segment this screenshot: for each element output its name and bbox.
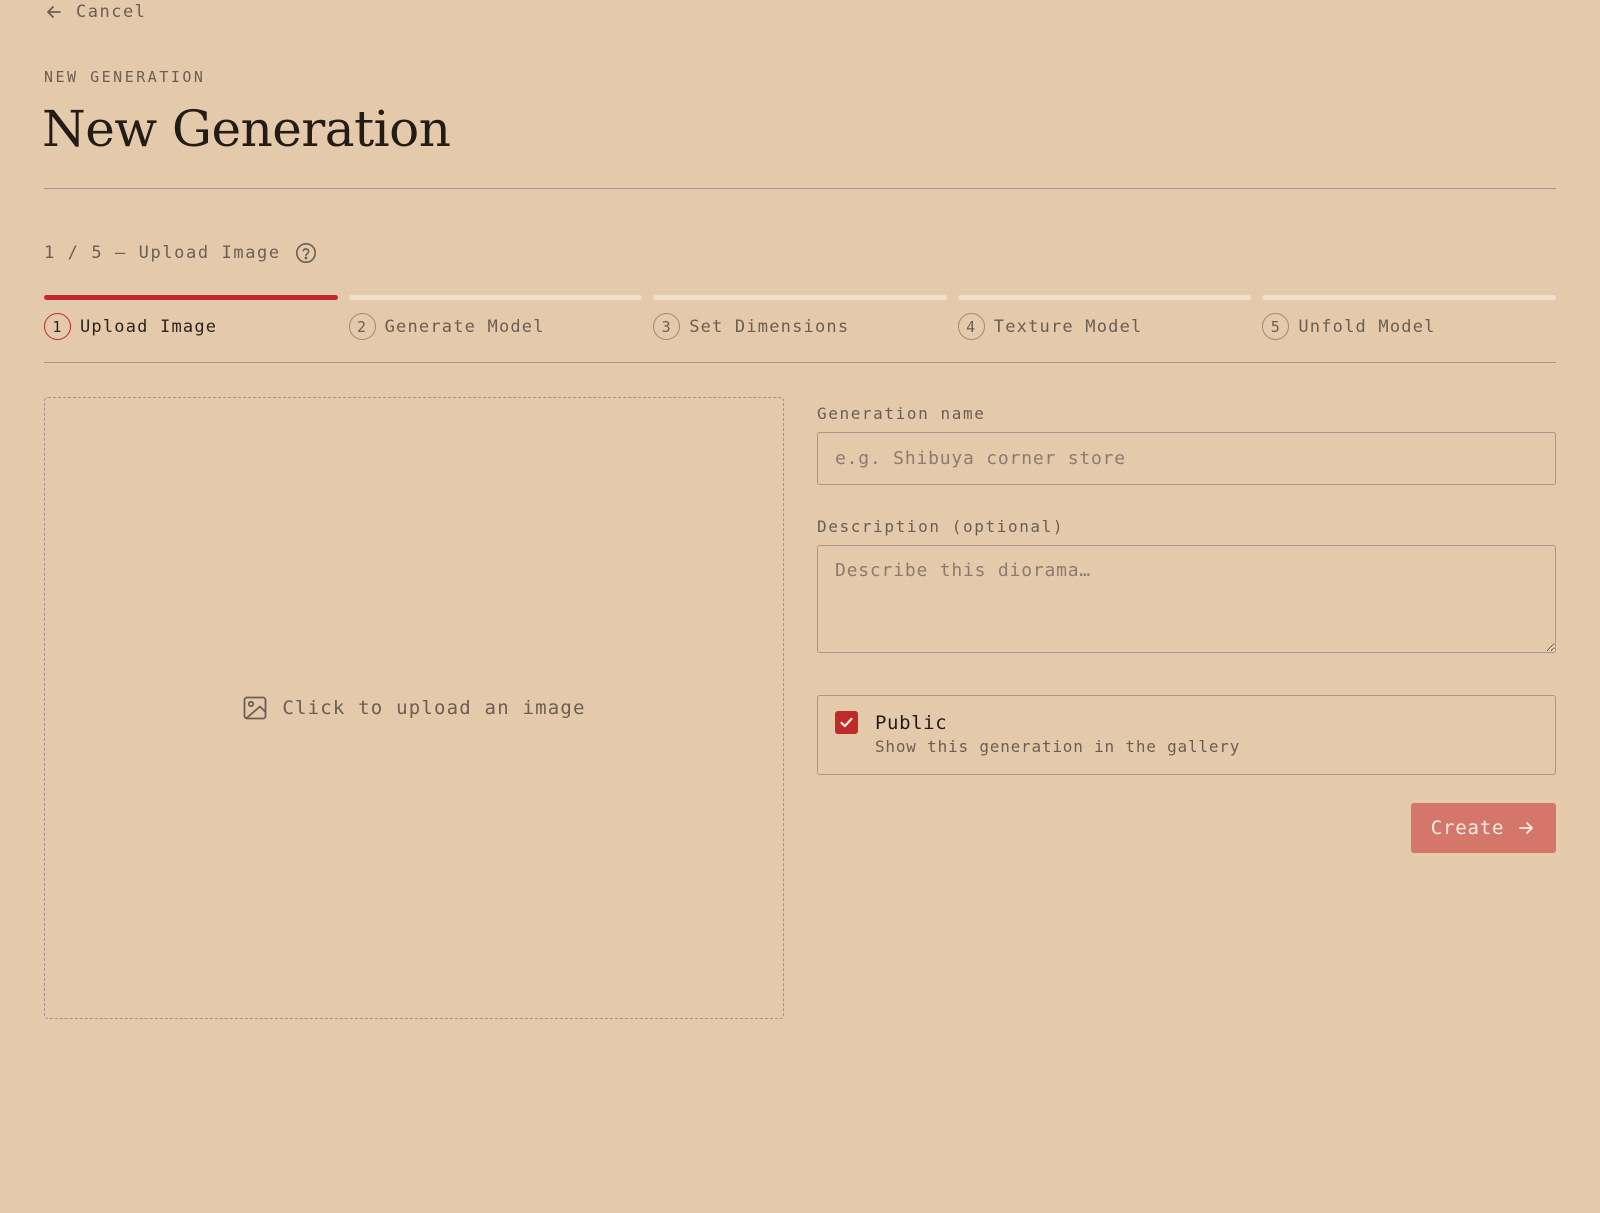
page: Cancel NEW GENERATION New Generation 1 /…	[0, 0, 1600, 1213]
step-texture-model[interactable]: 4 Texture Model	[957, 295, 1252, 340]
step-progress-bar	[348, 295, 643, 300]
upload-prompt: Click to upload an image	[282, 697, 586, 719]
header-divider	[44, 188, 1556, 189]
stepper: 1 Upload Image 2 Generate Model 3 Set Di…	[44, 295, 1556, 340]
step-label: Upload Image	[80, 316, 218, 337]
public-option[interactable]: Public Show this generation in the galle…	[817, 695, 1556, 775]
step-number: 5	[1262, 313, 1290, 340]
stepper-divider	[44, 362, 1556, 363]
generation-name-input[interactable]	[817, 432, 1556, 485]
description-textarea[interactable]	[817, 545, 1556, 653]
cancel-label: Cancel	[76, 2, 147, 22]
step-label: Unfold Model	[1298, 316, 1436, 337]
step-set-dimensions[interactable]: 3 Set Dimensions	[653, 295, 947, 340]
public-subtitle: Show this generation in the gallery	[875, 737, 1241, 756]
step-upload-image[interactable]: 1 Upload Image	[44, 295, 338, 340]
public-checkbox[interactable]	[835, 711, 858, 734]
image-upload-dropzone[interactable]: Click to upload an image	[44, 397, 784, 1019]
step-label: Texture Model	[993, 316, 1143, 337]
step-progress-bar	[44, 295, 338, 300]
checkmark-icon	[840, 717, 853, 728]
generation-form: Generation name Description (optional) P…	[817, 404, 1556, 853]
step-number: 1	[44, 313, 71, 340]
step-progress-bar	[957, 295, 1252, 300]
form-actions: Create	[817, 803, 1556, 853]
page-title: New Generation	[42, 100, 451, 158]
step-progress-bar	[653, 295, 947, 300]
page-eyebrow: NEW GENERATION	[44, 68, 206, 86]
create-label: Create	[1430, 817, 1505, 839]
description-label: Description (optional)	[817, 517, 1065, 536]
arrow-right-icon	[1519, 822, 1534, 834]
step-label: Set Dimensions	[689, 316, 850, 337]
cancel-link[interactable]: Cancel	[44, 2, 146, 22]
help-icon[interactable]	[295, 242, 317, 264]
image-icon	[243, 696, 267, 720]
step-progress-bar	[1262, 295, 1556, 300]
step-caption: 1 / 5 — Upload Image	[44, 242, 317, 264]
generation-name-label: Generation name	[817, 404, 986, 423]
step-number: 3	[653, 313, 681, 340]
step-caption-text: 1 / 5 — Upload Image	[44, 243, 281, 263]
step-generate-model[interactable]: 2 Generate Model	[348, 295, 643, 340]
public-text: Public Show this generation in the galle…	[875, 710, 1240, 756]
step-label: Generate Model	[384, 316, 545, 337]
arrow-left-icon	[47, 6, 61, 18]
step-number: 4	[957, 313, 985, 340]
step-unfold-model[interactable]: 5 Unfold Model	[1262, 295, 1556, 340]
step-number: 2	[348, 313, 376, 340]
public-title: Public	[875, 712, 948, 734]
create-button[interactable]: Create	[1411, 803, 1556, 853]
